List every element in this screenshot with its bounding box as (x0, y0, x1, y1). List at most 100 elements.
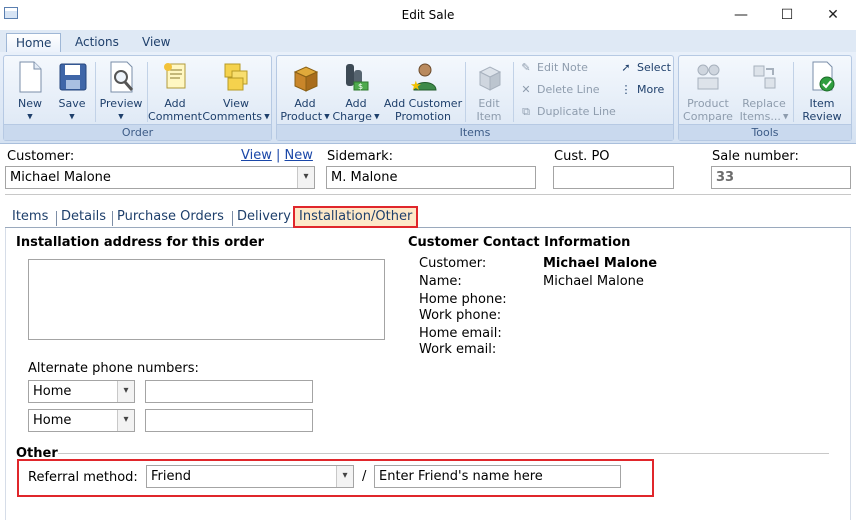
dropdown-arrow-icon: ▼ (371, 112, 380, 121)
referral-method-label: Referral method: (28, 470, 138, 485)
dropdown-arrow-icon: ▼ (262, 112, 270, 121)
preview-button[interactable]: Preview ▼ (98, 60, 144, 124)
ribbon-separator (793, 62, 794, 122)
contact-work-phone-label: Work phone: (419, 308, 502, 323)
installation-address-textarea[interactable] (28, 259, 385, 340)
edit-note-icon: ✎ (521, 61, 531, 74)
sidemark-field[interactable]: M. Malone (326, 166, 536, 189)
customer-combobox-value: Michael Malone (10, 170, 111, 185)
ribbon-tab-bar: Home Actions View (0, 30, 856, 53)
new-document-icon (19, 61, 42, 93)
ribbon-separator (95, 62, 96, 122)
referral-slash: / (362, 469, 367, 484)
duplicate-line-button[interactable]: ⧉ Duplicate Line (519, 103, 616, 121)
duplicate-line-icon: ⧉ (522, 105, 530, 118)
product-compare-button[interactable]: Product Compare (681, 60, 735, 123)
more-button[interactable]: ⋮ More (619, 81, 665, 99)
replace-items-button[interactable]: Replace Items... ▼ (737, 60, 791, 124)
ribbon-tab-actions[interactable]: Actions (66, 33, 128, 53)
alternate-phone-label: Alternate phone numbers: (28, 361, 199, 376)
ribbon-group-label-order: Order (4, 124, 271, 140)
ribbon-group-label-items: Items (277, 124, 673, 140)
title-bar: Edit Sale — ☐ ✕ (0, 0, 856, 30)
new-button[interactable]: New ▼ (8, 60, 52, 124)
save-disk-icon (59, 63, 87, 91)
select-button[interactable]: ➚ Select (619, 59, 671, 77)
edit-item-icon (478, 66, 502, 91)
tab-installation-other[interactable]: Installation/Other (293, 206, 419, 228)
item-review-check-icon (812, 61, 835, 92)
sale-number-field: 33 (711, 166, 851, 189)
tab-delivery[interactable]: Delivery (233, 208, 295, 228)
new-customer-link[interactable]: New (285, 148, 313, 163)
view-customer-link[interactable]: View (241, 148, 272, 163)
add-customer-promotion-button[interactable]: ★ Add Customer Promotion (383, 60, 463, 123)
referral-method-combobox[interactable]: Friend ▾ (146, 465, 354, 488)
svg-text:$: $ (358, 82, 363, 91)
charge-money-icon: $ (346, 64, 369, 91)
contact-name-value: Michael Malone (543, 274, 644, 289)
ribbon-separator (465, 62, 466, 122)
contact-home-phone-label: Home phone: (419, 292, 507, 307)
phone-type-combobox-2[interactable]: Home ▾ (28, 409, 135, 432)
phone-number-field-2[interactable] (145, 409, 313, 432)
tab-strip: Items Details Purchase Orders Delivery I… (5, 204, 851, 228)
header-divider (5, 194, 851, 195)
delete-line-button[interactable]: ✕ Delete Line (519, 81, 599, 99)
close-button[interactable]: ✕ (810, 0, 856, 30)
contact-home-email-label: Home email: (419, 326, 502, 341)
ribbon-tab-home[interactable]: Home (6, 33, 62, 53)
edit-note-button[interactable]: ✎ Edit Note (519, 59, 587, 77)
contact-work-email-label: Work email: (419, 342, 497, 357)
other-divider (58, 453, 829, 454)
product-compare-icon (697, 64, 720, 90)
pointer-arrow-icon: ➚ (621, 61, 631, 74)
link-separator: | (276, 148, 281, 163)
dropdown-arrow-icon: ▼ (118, 112, 124, 121)
ribbon-group-items: Add Product ▼ $ Add Charge ▼ ★ Add Custome… (276, 55, 674, 141)
save-button[interactable]: Save ▼ (52, 60, 92, 124)
ribbon-tab-view[interactable]: View (133, 33, 179, 53)
add-comment-button[interactable]: Add Comment (148, 60, 202, 123)
maximize-button[interactable]: ☐ (764, 0, 810, 30)
view-comments-icon (224, 63, 248, 91)
more-dots-icon: ⋮ (620, 83, 632, 96)
cust-po-label: Cust. PO (554, 149, 610, 164)
dropdown-arrow-icon: ▼ (69, 112, 75, 121)
view-comments-button[interactable]: View Comments ▼ (202, 60, 270, 124)
dropdown-arrow-icon: ▼ (322, 112, 330, 121)
chevron-down-icon[interactable]: ▾ (336, 466, 353, 487)
svg-text:★: ★ (410, 79, 422, 94)
ribbon-group-order: New ▼ Save ▼ Preview ▼ Add Comment View … (3, 55, 272, 141)
dropdown-arrow-icon: ▼ (27, 112, 33, 121)
item-review-button[interactable]: Item Review (795, 60, 849, 123)
delete-line-icon: ✕ (521, 83, 531, 96)
minimize-button[interactable]: — (718, 0, 764, 30)
cust-po-field[interactable] (553, 166, 674, 189)
referral-method-value: Friend (151, 469, 191, 484)
chevron-down-icon[interactable]: ▾ (117, 410, 134, 431)
customer-label: Customer: (7, 149, 75, 164)
sidemark-label: Sidemark: (327, 149, 393, 164)
contact-customer-value: Michael Malone (543, 256, 658, 271)
tab-items[interactable]: Items (8, 208, 52, 228)
chevron-down-icon[interactable]: ▾ (297, 167, 314, 188)
phone-number-field-1[interactable] (145, 380, 313, 403)
tab-purchase-orders[interactable]: Purchase Orders (113, 208, 228, 228)
phone-type-combobox-1[interactable]: Home ▾ (28, 380, 135, 403)
chevron-down-icon[interactable]: ▾ (117, 381, 134, 402)
add-product-button[interactable]: Add Product ▼ (279, 60, 331, 124)
customer-combobox[interactable]: Michael Malone ▾ (5, 166, 315, 189)
dropdown-arrow-icon: ▼ (780, 112, 789, 121)
add-charge-button[interactable]: $ Add Charge ▼ (331, 60, 381, 124)
installation-address-heading: Installation address for this order (16, 235, 265, 250)
customer-links: View | New (241, 148, 313, 163)
contact-customer-label: Customer: (419, 256, 487, 271)
friend-name-field[interactable]: Enter Friend's name here (374, 465, 621, 488)
edit-item-button[interactable]: Edit Item (467, 60, 511, 123)
product-box-icon (293, 66, 319, 92)
contact-name-label: Name: (419, 274, 462, 289)
sale-number-label: Sale number: (712, 149, 799, 164)
tab-details[interactable]: Details (57, 208, 110, 228)
customer-promotion-icon: ★ (410, 63, 437, 94)
